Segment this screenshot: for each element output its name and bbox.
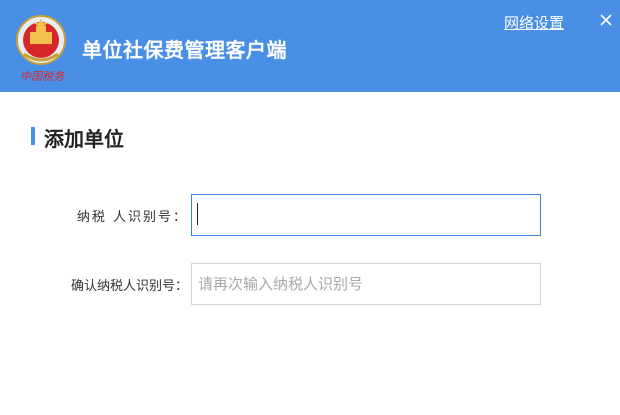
taxpayer-id-label: 纳税 人识别号： [76,210,188,225]
section-title: 添加单位 [44,127,124,151]
network-settings-link[interactable]: 网络设置 [504,12,564,33]
title-bar: 中国税务 单位社保费管理客户端 网络设置 [0,0,620,92]
app-title: 单位社保费管理客户端 [82,38,287,62]
close-icon[interactable] [598,12,614,28]
confirm-taxpayer-id-input[interactable] [191,263,541,305]
section-accent-bar [31,127,35,145]
svg-text:中国税务: 中国税务 [20,70,65,83]
text-caret [197,203,198,225]
taxpayer-id-input[interactable] [191,194,541,236]
tax-emblem-logo-icon: 中国税务 [16,15,66,83]
confirm-taxpayer-id-label: 确认纳税人识别号： [70,279,188,294]
